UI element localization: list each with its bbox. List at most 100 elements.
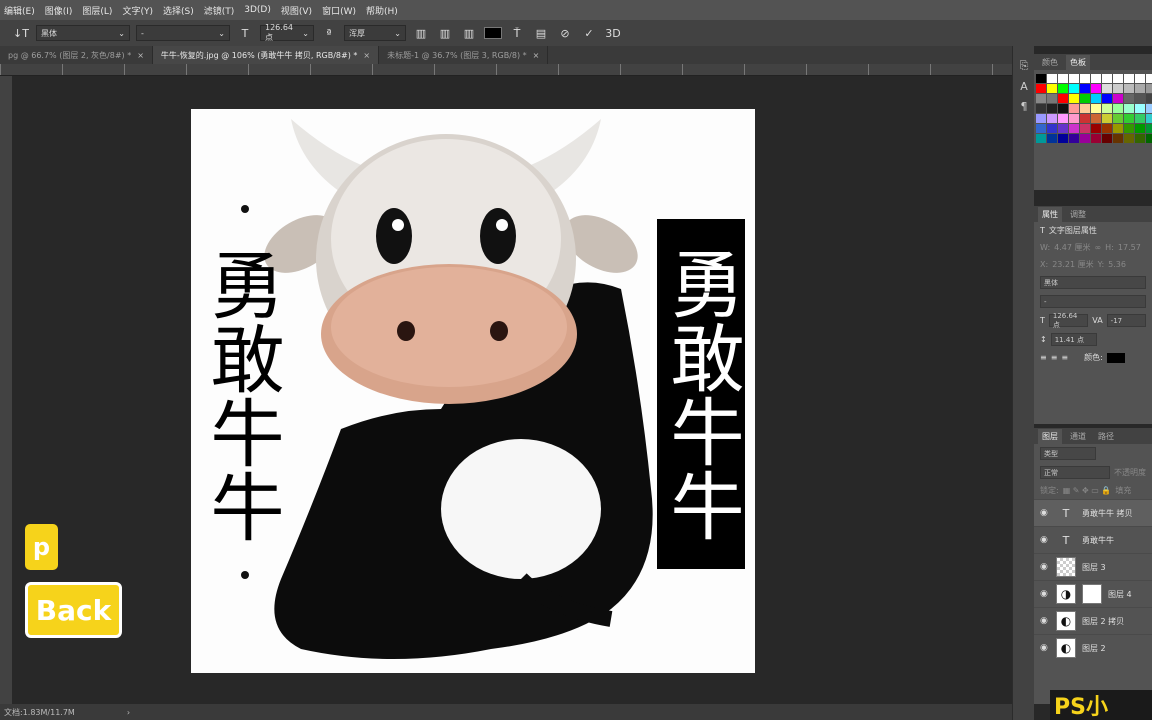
color-swatch[interactable] — [1146, 114, 1152, 123]
color-swatch[interactable] — [1058, 114, 1068, 123]
vertical-text-right[interactable]: 勇敢牛牛 — [657, 219, 745, 569]
tab-properties[interactable]: 属性 — [1038, 206, 1062, 222]
align-right-icon[interactable]: ≡ — [1061, 353, 1068, 362]
color-swatch[interactable] — [1113, 84, 1123, 93]
tab-swatches[interactable]: 色板 — [1066, 54, 1090, 70]
antialias-select[interactable]: 浑厚 ⌄ — [344, 25, 406, 41]
leading-field[interactable]: 11.41 点 — [1050, 333, 1097, 346]
color-swatch[interactable] — [1080, 104, 1090, 113]
paragraph-icon[interactable]: ¶ — [1013, 96, 1035, 116]
align-center-icon[interactable]: ≡ — [1051, 353, 1058, 362]
color-swatch[interactable] — [1091, 114, 1101, 123]
color-swatch[interactable] — [1069, 134, 1079, 143]
menu-edit[interactable]: 编辑(E) — [4, 4, 35, 17]
tab-color[interactable]: 颜色 — [1038, 55, 1062, 70]
color-swatch[interactable] — [1091, 104, 1101, 113]
color-swatch[interactable] — [1069, 84, 1079, 93]
vertical-type-tool-icon[interactable]: ↓T — [12, 24, 30, 42]
tab-channels[interactable]: 通道 — [1066, 429, 1090, 444]
color-swatch[interactable] — [1091, 134, 1101, 143]
color-swatch[interactable] — [1058, 74, 1068, 83]
color-swatch[interactable] — [1069, 94, 1079, 103]
tab-adjustments[interactable]: 调整 — [1066, 207, 1090, 222]
color-swatch[interactable] — [1069, 74, 1079, 83]
visibility-eye-icon[interactable]: ◉ — [1040, 589, 1050, 599]
color-swatch[interactable] — [1113, 104, 1123, 113]
tab-document-1[interactable]: pg @ 66.7% (图层 2, 灰色/8#) * × — [0, 46, 153, 64]
color-swatch[interactable] — [1124, 114, 1134, 123]
color-swatch[interactable] — [1102, 94, 1112, 103]
color-swatch[interactable] — [1124, 134, 1134, 143]
align-bottom-icon[interactable]: ▥ — [460, 24, 478, 42]
font-family-field[interactable]: 黑体 — [1040, 276, 1146, 289]
align-left-icon[interactable]: ≡ — [1040, 353, 1047, 362]
tracking-field[interactable]: -17 — [1106, 314, 1147, 327]
text-color-swatch[interactable] — [1106, 352, 1125, 363]
color-swatch[interactable] — [1113, 114, 1123, 123]
layer-row[interactable]: ◉ ◐ 图层 2 拷贝 — [1034, 607, 1152, 634]
color-swatch[interactable] — [1058, 124, 1068, 133]
color-swatch[interactable] — [1047, 114, 1057, 123]
color-swatch[interactable] — [1124, 124, 1134, 133]
character-panel-icon[interactable]: ▤ — [532, 24, 550, 42]
layer-row[interactable]: ◉ ◐ 图层 2 — [1034, 634, 1152, 661]
visibility-eye-icon[interactable]: ◉ — [1040, 508, 1050, 518]
color-swatch[interactable] — [1146, 134, 1152, 143]
menu-view[interactable]: 视图(V) — [281, 4, 312, 17]
3d-button[interactable]: 3D — [604, 24, 622, 42]
color-swatch[interactable] — [1080, 134, 1090, 143]
visibility-eye-icon[interactable]: ◉ — [1040, 562, 1050, 572]
color-swatch[interactable] — [1135, 114, 1145, 123]
color-swatch[interactable] — [1146, 104, 1152, 113]
color-swatch[interactable] — [1091, 84, 1101, 93]
visibility-eye-icon[interactable]: ◉ — [1040, 643, 1050, 653]
close-icon[interactable]: × — [137, 51, 144, 60]
document-canvas[interactable]: 勇敢牛牛 勇敢牛牛 — [191, 109, 755, 673]
tab-document-2[interactable]: 牛牛-恢复的.jpg @ 106% (勇敢牛牛 拷贝, RGB/8#) * × — [152, 46, 380, 64]
color-swatch[interactable] — [1047, 134, 1057, 143]
color-swatch[interactable] — [1146, 94, 1152, 103]
color-swatch[interactable] — [1058, 94, 1068, 103]
x-value[interactable]: 23.21 厘米 — [1052, 259, 1093, 270]
layer-filter-select[interactable]: 类型 — [1040, 447, 1096, 460]
color-swatch[interactable] — [1124, 74, 1134, 83]
color-swatch[interactable] — [1146, 84, 1152, 93]
vertical-text-left[interactable]: 勇敢牛牛 — [195, 215, 285, 575]
color-swatch[interactable] — [1124, 94, 1134, 103]
layer-row[interactable]: ◉ T 勇敢牛牛 拷贝 — [1034, 499, 1152, 526]
canvas-area[interactable]: 勇敢牛牛 勇敢牛牛 — [12, 76, 1012, 704]
color-swatch[interactable] — [1047, 84, 1057, 93]
y-value[interactable]: 5.36 — [1108, 260, 1126, 269]
status-arrow-icon[interactable]: › — [127, 708, 130, 717]
history-icon[interactable]: ⎘ — [1013, 56, 1035, 76]
color-swatch[interactable] — [1036, 94, 1046, 103]
layer-row[interactable]: ◉ T 勇敢牛牛 — [1034, 526, 1152, 553]
color-swatch[interactable] — [1080, 94, 1090, 103]
menu-image[interactable]: 图像(I) — [45, 4, 73, 17]
close-icon[interactable]: × — [533, 51, 540, 60]
color-swatch[interactable] — [1080, 74, 1090, 83]
color-swatch[interactable] — [1080, 114, 1090, 123]
color-swatch[interactable] — [1036, 74, 1046, 83]
commit-check-icon[interactable]: ✓ — [580, 24, 598, 42]
color-swatch[interactable] — [1047, 124, 1057, 133]
vertical-ruler[interactable] — [0, 76, 12, 704]
color-swatch[interactable] — [1146, 124, 1152, 133]
text-color-swatch[interactable] — [484, 27, 502, 39]
color-swatch[interactable] — [1146, 74, 1152, 83]
color-swatch[interactable] — [1135, 74, 1145, 83]
cancel-icon[interactable]: ⊘ — [556, 24, 574, 42]
color-swatch[interactable] — [1113, 134, 1123, 143]
font-size-select[interactable]: 126.64 点 ⌄ — [260, 23, 314, 42]
color-swatch[interactable] — [1069, 104, 1079, 113]
color-swatch[interactable] — [1102, 74, 1112, 83]
color-swatch[interactable] — [1135, 124, 1145, 133]
color-swatch[interactable] — [1036, 124, 1046, 133]
color-swatch[interactable] — [1135, 104, 1145, 113]
color-swatch[interactable] — [1047, 104, 1057, 113]
visibility-eye-icon[interactable]: ◉ — [1040, 616, 1050, 626]
menu-window[interactable]: 窗口(W) — [322, 4, 356, 17]
color-swatch[interactable] — [1102, 84, 1112, 93]
align-top-icon[interactable]: ▥ — [412, 24, 430, 42]
color-swatch[interactable] — [1080, 124, 1090, 133]
